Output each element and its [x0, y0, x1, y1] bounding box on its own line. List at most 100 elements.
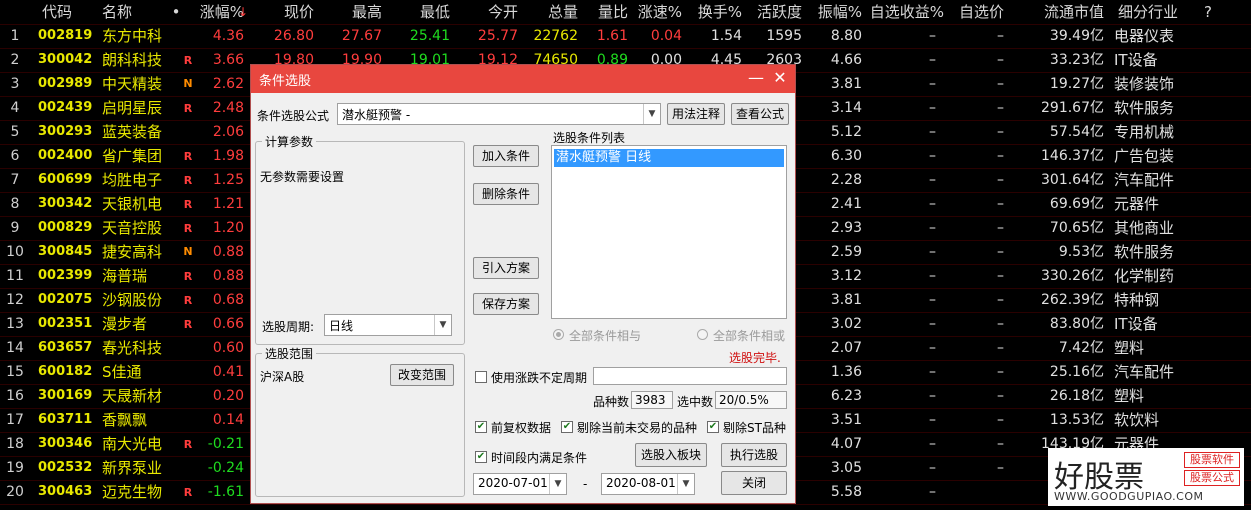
view-formula-button[interactable]: 查看公式	[731, 103, 789, 125]
cell-idx: 20	[6, 484, 24, 500]
cell-amp: 4.66	[830, 52, 862, 68]
condition-list[interactable]: 潜水艇预警 日线	[551, 145, 787, 319]
header-help-icon[interactable]: ?	[1200, 0, 1216, 24]
cell-ind: 其他商业	[1114, 219, 1175, 237]
calc-params-group: 计算参数 无参数需要设置 选股周期: 日线 ▼	[255, 133, 465, 345]
header-amplitude[interactable]: 振幅%	[806, 0, 862, 24]
delete-condition-button[interactable]: 删除条件	[473, 183, 539, 205]
header-open[interactable]: 今开	[454, 0, 518, 24]
stock-screener-dialog: 条件选股 — ✕ 条件选股公式 潜水艇预警 - ▼ 用法注释 查看公式 计算参数…	[250, 64, 796, 504]
date-from-picker[interactable]: 2020-07-01 ▼	[473, 473, 567, 495]
exclude-st-checkbox[interactable]: ✔	[707, 421, 719, 433]
cell-flag: R	[183, 54, 193, 67]
cell-pp: –	[997, 340, 1004, 356]
cell-ret: –	[929, 340, 936, 356]
date-to-picker[interactable]: 2020-08-01 ▼	[601, 473, 695, 495]
cell-ret: –	[929, 364, 936, 380]
chevron-down-icon[interactable]: ▼	[434, 315, 451, 335]
dialog-title-bar[interactable]: 条件选股 — ✕	[251, 65, 795, 93]
cell-ret: –	[929, 196, 936, 212]
cell-ind: IT设备	[1114, 51, 1158, 69]
cell-cap: 69.69亿	[1049, 196, 1104, 212]
cell-code: 300169	[38, 388, 93, 403]
cell-idx: 4	[10, 100, 20, 116]
cell-flag	[182, 384, 194, 408]
change-scope-button[interactable]: 改变范围	[390, 364, 454, 386]
condition-list-item[interactable]: 潜水艇预警 日线	[554, 149, 784, 167]
cell-code: 002532	[38, 460, 93, 475]
cell-ind: 专用机械	[1114, 123, 1175, 141]
header-turnover[interactable]: 换手%	[686, 0, 742, 24]
cell-name: 香飘飘	[102, 411, 148, 429]
cell-idx: 14	[6, 340, 24, 356]
forward-adjusted-checkbox[interactable]: ✔	[475, 421, 487, 433]
header-high[interactable]: 最高	[318, 0, 382, 24]
cell-ind: 软件服务	[1114, 243, 1175, 261]
header-watch-return[interactable]: 自选收益%	[868, 0, 944, 24]
date-from-value: 2020-07-01	[478, 476, 548, 490]
header-code[interactable]: 代码	[42, 0, 100, 24]
cell-name: 蓝英装备	[102, 123, 163, 141]
count-field: 3983	[631, 391, 673, 409]
cell-pp: –	[997, 76, 1004, 92]
use-uncertain-period-checkbox[interactable]	[475, 371, 487, 383]
table-row[interactable]: 1 002819 东方中科 4.36 26.80 27.67 25.41 25.77 22762…	[0, 24, 1251, 49]
header-low[interactable]: 最低	[386, 0, 450, 24]
header-activity[interactable]: 活跃度	[746, 0, 802, 24]
cell-name: 漫步者	[102, 315, 148, 333]
import-plan-button[interactable]: 引入方案	[473, 257, 539, 279]
cell-amp: 3.51	[830, 412, 862, 428]
cell-pp: –	[997, 100, 1004, 116]
run-screen-button[interactable]: 执行选股	[721, 443, 787, 467]
formula-select[interactable]: 潜水艇预警 - ▼	[337, 103, 661, 125]
add-to-block-button[interactable]: 选股入板块	[635, 443, 707, 467]
chevron-down-icon[interactable]: ▼	[549, 474, 566, 494]
time-range-checkbox[interactable]: ✔	[475, 451, 487, 463]
cell-ret: –	[929, 172, 936, 188]
cell-high: 27.67	[341, 28, 382, 44]
cell-flag: R	[183, 222, 193, 235]
radio-or[interactable]	[697, 329, 708, 340]
cell-amp: 2.28	[830, 172, 862, 188]
cell-idx: 15	[6, 364, 24, 380]
cell-pp: –	[997, 388, 1004, 404]
cell-amp: 2.59	[830, 244, 862, 260]
header-volume-ratio[interactable]: 量比	[582, 0, 628, 24]
cell-name: 省广集团	[102, 147, 163, 165]
period-value: 日线	[329, 319, 354, 333]
exclude-untraded-checkbox[interactable]: ✔	[561, 421, 573, 433]
cell-cap: 33.23亿	[1049, 52, 1104, 68]
close-dialog-button[interactable]: 关闭	[721, 471, 787, 495]
header-index[interactable]	[0, 0, 30, 24]
header-name[interactable]: 名称	[102, 0, 170, 24]
chevron-down-icon[interactable]: ▼	[677, 474, 694, 494]
period-select[interactable]: 日线 ▼	[324, 314, 452, 336]
cell-chg: 0.88	[212, 268, 244, 284]
cell-flag	[182, 360, 194, 384]
uncertain-period-field[interactable]	[593, 367, 787, 385]
close-icon[interactable]: ✕	[769, 67, 791, 89]
cell-name: 中天精装	[102, 75, 163, 93]
header-float-cap[interactable]: 流通市值	[1012, 0, 1104, 24]
header-speed[interactable]: 涨速%	[632, 0, 682, 24]
cell-vol: 22762	[533, 28, 578, 44]
header-volume[interactable]: 总量	[522, 0, 578, 24]
add-condition-button[interactable]: 加入条件	[473, 145, 539, 167]
header-price[interactable]: 现价	[250, 0, 314, 24]
header-change-pct[interactable]: 涨幅%	[190, 0, 244, 24]
cell-idx: 19	[6, 460, 24, 476]
minimize-icon[interactable]: —	[745, 67, 767, 89]
save-plan-button[interactable]: 保存方案	[473, 293, 539, 315]
header-dot[interactable]: •	[170, 0, 182, 24]
cell-name: 东方中科	[102, 27, 163, 45]
cell-flag: N	[183, 77, 193, 90]
scope-value: 沪深A股	[260, 370, 305, 384]
radio-and[interactable]	[553, 329, 564, 340]
cell-cap: 291.67亿	[1041, 100, 1104, 116]
chevron-down-icon[interactable]: ▼	[643, 104, 660, 124]
cell-amp: 3.02	[830, 316, 862, 332]
usage-notes-button[interactable]: 用法注释	[667, 103, 725, 125]
header-watch-price[interactable]: 自选价	[944, 0, 1004, 24]
cell-amp: 2.93	[830, 220, 862, 236]
cell-amp: 1.36	[830, 364, 862, 380]
